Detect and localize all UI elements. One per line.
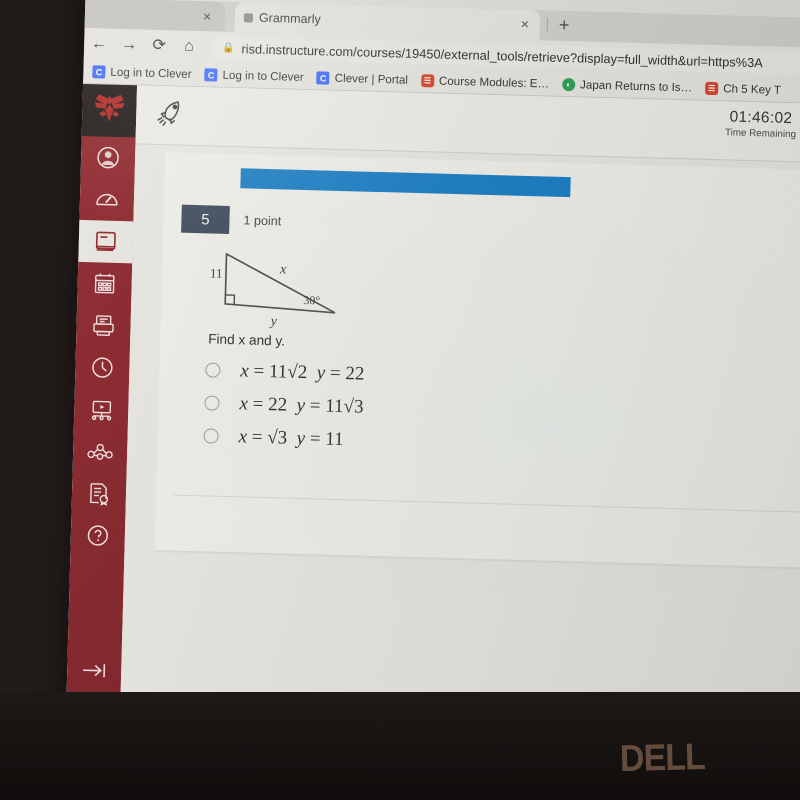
triangle-angle-label: 30° bbox=[303, 293, 320, 307]
triangle-base-label: y bbox=[269, 314, 278, 329]
clever-icon: C bbox=[92, 65, 106, 79]
clever-icon: C bbox=[316, 71, 330, 85]
tab-divider bbox=[546, 17, 549, 33]
radio-button[interactable] bbox=[205, 362, 221, 378]
clever-icon: C bbox=[204, 68, 218, 82]
close-icon[interactable]: × bbox=[203, 8, 212, 24]
question-card: 5 1 point 11 x y 30° Find x and y. x = 1… bbox=[154, 152, 800, 572]
bookmark-label: Course Modules: E… bbox=[438, 74, 550, 91]
quiz-progress-bar bbox=[240, 168, 571, 198]
bookmark-label: Log in to Clever bbox=[222, 68, 304, 84]
option-b-x-value: 22 bbox=[267, 393, 288, 416]
time-remaining-label: Time Remaining bbox=[724, 127, 797, 141]
sidebar-item-history[interactable] bbox=[75, 346, 130, 389]
question-number-badge: 5 bbox=[181, 204, 230, 234]
dell-logo: DELL bbox=[619, 736, 706, 780]
bookmark-item[interactable]: C Log in to Clever bbox=[204, 68, 304, 84]
back-button[interactable]: ← bbox=[84, 35, 114, 53]
radio-button[interactable] bbox=[203, 428, 219, 444]
option-c-y-value: 11 bbox=[325, 428, 344, 450]
bookmark-item[interactable]: C Clever | Portal bbox=[316, 71, 409, 87]
bookmark-label: Clever | Portal bbox=[334, 71, 409, 87]
question-points-label: 1 point bbox=[243, 213, 282, 229]
school-phoenix-logo[interactable] bbox=[81, 83, 138, 138]
canvas-app: 01:46:02 Time Remaining ‹ 5 1 poi bbox=[65, 83, 800, 737]
bookmark-label: Ch 5 Key T bbox=[722, 82, 782, 97]
quiz-timer: 01:46:02 Time Remaining bbox=[725, 108, 797, 140]
lock-icon: 🔒 bbox=[221, 42, 235, 54]
sidebar-item-commons[interactable] bbox=[73, 430, 128, 473]
triangle-leg-label: 11 bbox=[210, 265, 223, 280]
option-a-y-value: 22 bbox=[345, 362, 365, 385]
answer-option-label: x = √3 y = 11 bbox=[238, 425, 344, 450]
quiz-content-area: 01:46:02 Time Remaining ‹ 5 1 poi bbox=[119, 85, 800, 737]
bookmark-item[interactable]: C Log in to Clever bbox=[92, 65, 192, 81]
reload-button[interactable]: ⟳ bbox=[144, 37, 174, 55]
question-prompt: Find x and y. bbox=[208, 331, 286, 349]
bookmark-item[interactable]: ☰ Ch 5 Key T bbox=[704, 81, 782, 97]
sidebar-item-mastery[interactable] bbox=[71, 472, 126, 515]
sidebar-item-inbox[interactable] bbox=[76, 304, 131, 347]
answer-options: x = 11√2 y = 22 x = 22 y = 11√3 x = √3 y… bbox=[203, 353, 626, 463]
bookmark-item[interactable]: ◐ Japan Returns to Is… bbox=[561, 77, 693, 95]
close-icon[interactable]: × bbox=[518, 16, 532, 32]
answer-option-label: x = 11√2 y = 22 bbox=[240, 359, 365, 385]
sidebar-item-account[interactable] bbox=[81, 136, 136, 179]
browser-tab-title: Grammarly bbox=[258, 10, 321, 27]
sidebar-item-dashboard[interactable] bbox=[79, 178, 134, 221]
time-remaining-value: 01:46:02 bbox=[729, 108, 793, 128]
bookmark-item[interactable]: ☰ Course Modules: E… bbox=[420, 74, 550, 91]
sidebar-item-calendar[interactable] bbox=[77, 262, 132, 305]
tab-favicon bbox=[243, 12, 254, 23]
rocket-icon bbox=[154, 98, 189, 134]
quiz-progress-fill bbox=[240, 168, 571, 198]
option-a-x-value: 11√2 bbox=[268, 360, 308, 383]
bookmark-label: Japan Returns to Is… bbox=[579, 78, 693, 95]
triangle-hypotenuse-label: x bbox=[279, 262, 287, 277]
home-button[interactable]: ⌂ bbox=[174, 38, 204, 55]
canvas-icon: ☰ bbox=[704, 81, 719, 96]
sidebar-item-courses[interactable] bbox=[78, 219, 134, 264]
answer-option-label: x = 22 y = 11√3 bbox=[239, 392, 364, 418]
right-triangle-diagram: 11 x y 30° bbox=[202, 247, 354, 336]
card-divider bbox=[173, 494, 800, 513]
option-b-y-value: 11√3 bbox=[324, 395, 364, 418]
laptop-screen: × Grammarly × + ← → ⟳ ⌂ 🔒 risd.instructu… bbox=[65, 0, 800, 737]
laptop-photo: × Grammarly × + ← → ⟳ ⌂ 🔒 risd.instructu… bbox=[0, 0, 800, 800]
browser-tab-0[interactable] bbox=[65, 0, 226, 32]
question-header: 5 1 point bbox=[181, 204, 282, 236]
sidebar-item-studio[interactable] bbox=[74, 388, 129, 431]
option-c-x-value: √3 bbox=[266, 426, 288, 449]
globe-icon: ◐ bbox=[561, 77, 576, 92]
card-shadow bbox=[154, 550, 800, 572]
sidebar-collapse-button[interactable] bbox=[67, 652, 122, 689]
canvas-icon: ☰ bbox=[420, 74, 435, 88]
new-tab-button[interactable]: + bbox=[559, 15, 570, 35]
forward-button[interactable]: → bbox=[114, 36, 144, 54]
bookmark-label: Log in to Clever bbox=[110, 65, 192, 81]
radio-button[interactable] bbox=[204, 395, 220, 411]
sidebar-item-help[interactable] bbox=[70, 514, 125, 557]
